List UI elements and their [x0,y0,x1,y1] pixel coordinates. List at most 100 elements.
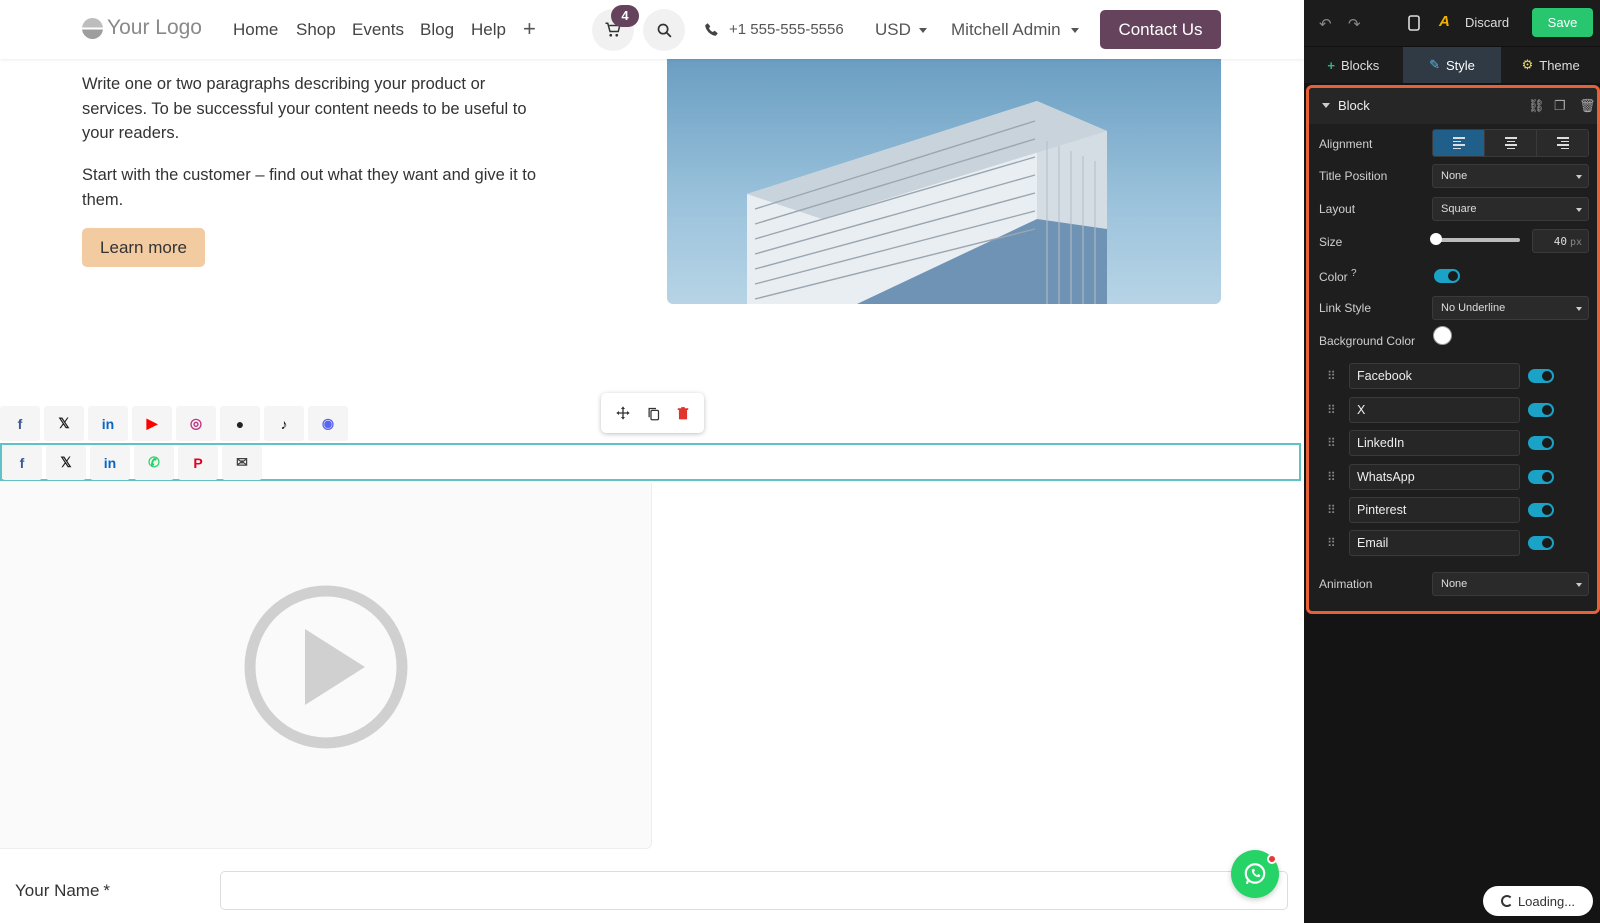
title-position-select[interactable]: None [1432,164,1589,188]
size-input[interactable]: 40 px [1532,229,1589,253]
x-link[interactable]: 𝕏 [44,406,84,441]
editor-topbar: ↶ ↷ A Discard Save [1304,0,1600,46]
size-label: Size [1319,235,1343,249]
size-slider[interactable] [1436,238,1520,242]
site-navbar: Your Logo Home Shop Events Blog Help + 4… [0,0,1304,59]
tab-theme[interactable]: ⚙ Theme [1501,47,1600,83]
animation-label: Animation [1319,577,1373,591]
facebook-link[interactable]: f [2,445,42,480]
network-name-input[interactable] [1349,464,1520,490]
social-media-row: f 𝕏in ▶ ◎ ● ♪ ◉ [0,406,352,441]
site-logo[interactable]: Your Logo [82,16,202,40]
learn-more-button[interactable]: Learn more [82,228,205,267]
tab-blocks[interactable]: + Blocks [1304,47,1403,83]
tab-style[interactable]: ✎ Style [1402,47,1502,83]
video-placeholder[interactable] [0,483,652,849]
facebook-link[interactable]: f [0,406,40,441]
social-share-row: f 𝕏in ✆ P ✉ [2,445,266,480]
link-icon[interactable]: ⛓ [1528,98,1545,114]
youtube-icon: ▶ [146,415,158,431]
network-toggle[interactable] [1528,536,1554,550]
search-button[interactable] [643,9,685,51]
move-icon[interactable] [615,405,631,421]
animation-select[interactable]: None [1432,572,1589,596]
building-image[interactable] [667,59,1221,304]
linkedin-link[interactable]: in [90,445,130,480]
phone-link[interactable]: +1 555-555-5556 [704,21,844,38]
whatsapp-link[interactable]: ✆ [134,445,174,480]
delete-icon[interactable] [676,406,690,421]
align-center-button[interactable] [1485,130,1537,156]
network-toggle[interactable] [1528,503,1554,517]
nav-events[interactable]: Events [352,20,404,40]
github-icon: ● [235,415,245,432]
email-link[interactable]: ✉ [222,445,262,480]
mobile-preview-icon[interactable] [1408,15,1420,35]
redo-icon[interactable]: ↷ [1348,15,1361,33]
block-options-panel: Block ⛓ ❐ 🗑 Alignment Title Position Non… [1306,85,1600,614]
duplicate-icon[interactable]: ❐ [1554,98,1566,114]
currency-dropdown[interactable]: USD [875,20,927,40]
save-button[interactable]: Save [1532,8,1593,37]
nav-help[interactable]: Help [471,20,506,40]
network-toggle[interactable] [1528,403,1554,417]
network-name-input[interactable] [1349,497,1520,523]
align-left-button[interactable] [1433,130,1485,156]
pinterest-link[interactable]: P [178,445,218,480]
trash-icon[interactable]: 🗑 [1579,98,1596,114]
network-name-input[interactable] [1349,530,1520,556]
size-unit: px [1569,237,1582,248]
discard-button[interactable]: Discard [1465,15,1509,30]
layout-select[interactable]: Square [1432,197,1589,221]
select-value: None [1441,578,1468,590]
youtube-link[interactable]: ▶ [132,406,172,441]
network-toggle[interactable] [1528,470,1554,484]
collapse-caret-icon[interactable] [1322,103,1330,108]
drag-handle-icon[interactable]: ⠿ [1327,536,1336,550]
instagram-link[interactable]: ◎ [176,406,216,441]
x-link[interactable]: 𝕏 [46,445,86,480]
network-toggle[interactable] [1528,369,1554,383]
align-right-button[interactable] [1537,130,1588,156]
discord-link[interactable]: ◉ [308,406,348,441]
tab-label: Theme [1539,57,1580,73]
alignment-buttons [1432,129,1589,157]
color-toggle[interactable] [1434,269,1460,283]
gear-icon: ⚙ [1521,57,1534,72]
required-mark: * [103,881,111,900]
undo-icon[interactable]: ↶ [1319,15,1332,33]
help-icon[interactable]: ? [1351,268,1357,279]
building-illustration [747,101,1107,304]
block-panel-header[interactable]: Block ⛓ ❐ 🗑 [1309,88,1597,124]
whatsapp-icon: ✆ [148,454,160,470]
drag-handle-icon[interactable]: ⠿ [1327,503,1336,517]
ai-icon[interactable]: A [1439,13,1450,30]
network-name-input[interactable] [1349,363,1520,389]
user-menu[interactable]: Mitchell Admin [951,20,1079,40]
nav-shop[interactable]: Shop [296,20,336,40]
tiktok-link[interactable]: ♪ [264,406,304,441]
label-text: Your Name [15,881,100,900]
drag-handle-icon[interactable]: ⠿ [1327,403,1336,417]
network-name-input[interactable] [1349,430,1520,456]
size-slider-handle[interactable] [1430,233,1442,245]
instagram-icon: ◎ [189,415,203,431]
your-name-input[interactable] [220,871,1288,910]
drag-handle-icon[interactable]: ⠿ [1327,436,1336,450]
link-style-select[interactable]: No Underline [1432,296,1589,320]
background-color-swatch[interactable] [1433,326,1452,345]
linkedin-link[interactable]: in [88,406,128,441]
pencil-icon: ✎ [1429,57,1440,72]
drag-handle-icon[interactable]: ⠿ [1327,369,1336,383]
network-name-input[interactable] [1349,397,1520,423]
currency-label: USD [875,20,911,39]
nav-home[interactable]: Home [233,20,278,40]
contact-us-button[interactable]: Contact Us [1100,10,1221,49]
nav-blog[interactable]: Blog [420,20,454,40]
tab-label: Blocks [1340,57,1380,73]
duplicate-icon[interactable] [646,406,661,421]
network-toggle[interactable] [1528,436,1554,450]
drag-handle-icon[interactable]: ⠿ [1327,470,1336,484]
github-link[interactable]: ● [220,406,260,441]
add-menu-item-button[interactable]: + [523,16,536,42]
